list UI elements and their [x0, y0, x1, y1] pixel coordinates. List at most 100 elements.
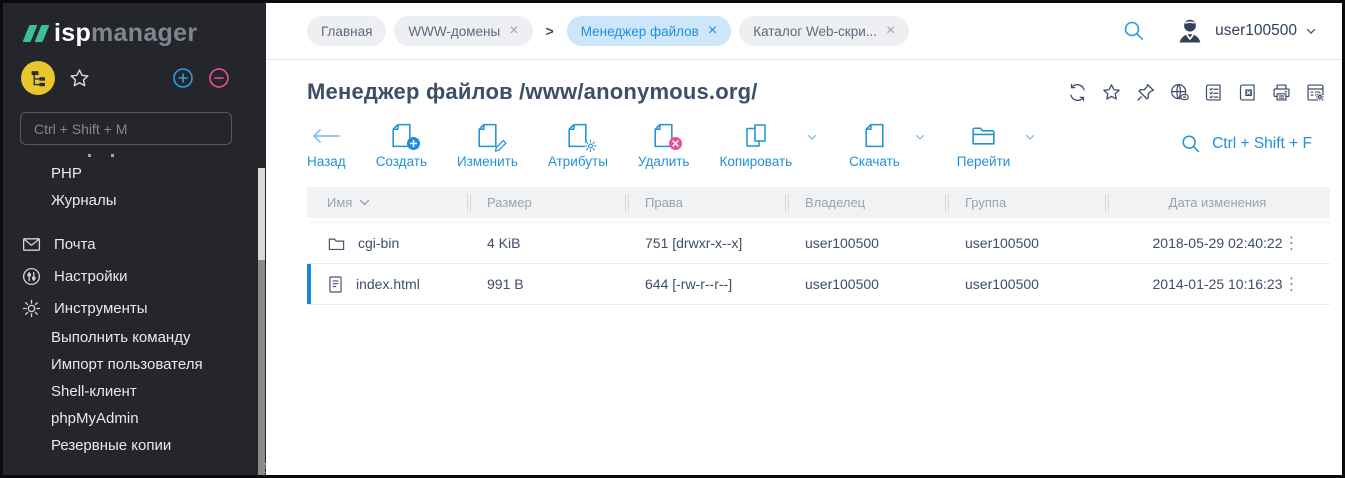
row-menu-icon[interactable]: ⋮ [1283, 235, 1300, 252]
content-header: Менеджер файлов /www/anonymous.org/ [266, 60, 1342, 105]
row-menu-icon[interactable]: ⋮ [1283, 276, 1300, 293]
table-row[interactable]: cgi-bin 4 KiB 751 [drwxr-x--x] user10050… [307, 223, 1330, 264]
sidebar-item-import-user[interactable]: Импорт пользователя [3, 351, 266, 378]
username[interactable]: user100500 [1215, 22, 1297, 40]
tab-separator: > [545, 23, 554, 39]
table-header: Имя Размер Права Владелец Группа Дата из… [307, 187, 1330, 218]
column-header-owner[interactable]: Владелец [785, 187, 945, 218]
edit-button[interactable]: Изменить [457, 120, 518, 169]
table-search-button[interactable]: Ctrl + Shift + F [1180, 133, 1328, 155]
sidebar-item-tools[interactable]: Инструменты [3, 292, 266, 324]
copy-button-group: Копировать [719, 120, 819, 169]
download-menu-chevron-icon[interactable] [913, 130, 927, 144]
back-button[interactable]: Назад [307, 120, 346, 169]
favorite-star-icon[interactable] [1101, 82, 1122, 103]
main-area: Главная WWW-домены × > Менеджер файлов ×… [266, 3, 1342, 475]
sidebar-item-run-command[interactable]: Выполнить команду [3, 324, 266, 351]
logo-text-isp: isp [54, 19, 92, 47]
file-icon [327, 275, 344, 294]
page-title: Менеджер файлов /www/anonymous.org/ [307, 79, 758, 104]
download-button-group: Скачать [849, 120, 927, 169]
user-avatar-icon[interactable] [1174, 15, 1206, 47]
create-file-icon [389, 120, 420, 151]
create-button[interactable]: Создать [376, 120, 427, 169]
column-header-group[interactable]: Группа [945, 187, 1105, 218]
edit-file-icon [475, 120, 507, 152]
attributes-file-icon [565, 120, 598, 152]
print-icon[interactable] [1271, 82, 1292, 103]
file-modified: 2018-05-29 02:40:22 [1152, 235, 1283, 251]
file-size: 991 B [487, 276, 524, 292]
folder-icon [327, 234, 346, 253]
sidebar-scrollbar-thumb[interactable] [258, 260, 265, 475]
add-icon[interactable] [172, 67, 194, 89]
web-icon[interactable] [1169, 82, 1190, 103]
close-icon[interactable]: × [708, 23, 717, 39]
sidebar-item-backups[interactable]: Резервные копии [3, 432, 266, 459]
main-menu-button[interactable] [21, 61, 55, 95]
app-logo[interactable]: isp manager [3, 3, 266, 48]
search-icon [1182, 135, 1200, 153]
tab-bar: Главная WWW-домены × > Менеджер файлов ×… [307, 16, 910, 46]
goto-button-group: Перейти [957, 120, 1038, 169]
favorites-star-icon[interactable] [68, 67, 91, 90]
file-perms: 751 [drwxr-x--x] [645, 235, 743, 251]
file-modified: 2014-01-25 10:16:23 [1152, 276, 1283, 292]
mail-icon [21, 234, 42, 255]
download-button[interactable]: Скачать [849, 120, 900, 169]
close-icon[interactable]: × [509, 23, 518, 39]
chevron-down-icon[interactable] [1304, 24, 1318, 38]
log-list-icon[interactable] [1203, 82, 1224, 103]
logo-slashes-icon [22, 25, 50, 42]
copy-icon [743, 120, 769, 151]
file-owner: user100500 [805, 235, 879, 251]
pencil-badge-icon [494, 139, 507, 152]
pin-icon[interactable] [1135, 82, 1156, 103]
goto-button[interactable]: Перейти [957, 120, 1010, 169]
sidebar-item-phpmyadmin[interactable]: phpMyAdmin [3, 405, 266, 432]
close-icon[interactable]: × [886, 23, 895, 39]
column-header-size[interactable]: Размер [467, 187, 625, 218]
attributes-button[interactable]: Атрибуты [548, 120, 608, 169]
tab-file-manager[interactable]: Менеджер файлов × [566, 16, 732, 46]
topbar: Главная WWW-домены × > Менеджер файлов ×… [266, 3, 1342, 60]
sidebar-item-settings[interactable]: Настройки [3, 260, 266, 292]
app-window: isp manager Ctrl + Shift + M PHP Журналы… [0, 0, 1345, 478]
sidebar-item-php[interactable]: PHP [3, 160, 266, 187]
export-excel-icon[interactable] [1237, 82, 1258, 103]
sliders-icon [21, 266, 42, 287]
file-owner: user100500 [805, 276, 879, 292]
file-name: index.html [356, 276, 420, 292]
sidebar-item-mail[interactable]: Почта [3, 228, 266, 260]
copy-menu-chevron-icon[interactable] [805, 130, 819, 144]
column-header-name[interactable]: Имя [307, 187, 467, 218]
page-action-icons [1067, 82, 1328, 103]
back-arrow-icon [311, 120, 341, 151]
delete-button[interactable]: Удалить [638, 120, 689, 169]
gear-icon [21, 298, 42, 319]
sidebar-item-logs[interactable]: Журналы [3, 187, 266, 214]
gear-badge-icon [584, 139, 598, 152]
global-search-icon[interactable] [1122, 19, 1146, 43]
remove-icon[interactable] [208, 67, 230, 89]
file-group: user100500 [965, 276, 1039, 292]
column-header-modified[interactable]: Дата изменения [1105, 187, 1330, 218]
tab-www-domains[interactable]: WWW-домены × [394, 16, 533, 46]
sidebar-scrollbar-track[interactable] [258, 168, 265, 260]
table-body: cgi-bin 4 KiB 751 [drwxr-x--x] user10050… [307, 222, 1330, 305]
refresh-icon[interactable] [1067, 82, 1088, 103]
table-row[interactable]: index.html 991 B 644 [-rw-r--r--] user10… [307, 264, 1330, 305]
download-file-icon [862, 120, 887, 151]
file-table: Имя Размер Права Владелец Группа Дата из… [307, 187, 1330, 305]
table-settings-icon[interactable] [1305, 82, 1326, 103]
copy-button[interactable]: Копировать [719, 120, 792, 169]
plus-badge-icon [406, 137, 420, 150]
goto-menu-chevron-icon[interactable] [1023, 130, 1037, 144]
sort-chevron-icon [360, 199, 370, 205]
column-header-perms[interactable]: Права [625, 187, 785, 218]
tab-web-scripts-catalog[interactable]: Каталог Web-скри... × [739, 16, 910, 46]
sidebar-search-input[interactable] [20, 112, 232, 145]
sidebar-item-shell-client[interactable]: Shell-клиент [3, 378, 266, 405]
tab-home[interactable]: Главная [307, 16, 387, 46]
toolbar: Назад Создать Изменить Атрибуты Удалить … [266, 105, 1342, 169]
